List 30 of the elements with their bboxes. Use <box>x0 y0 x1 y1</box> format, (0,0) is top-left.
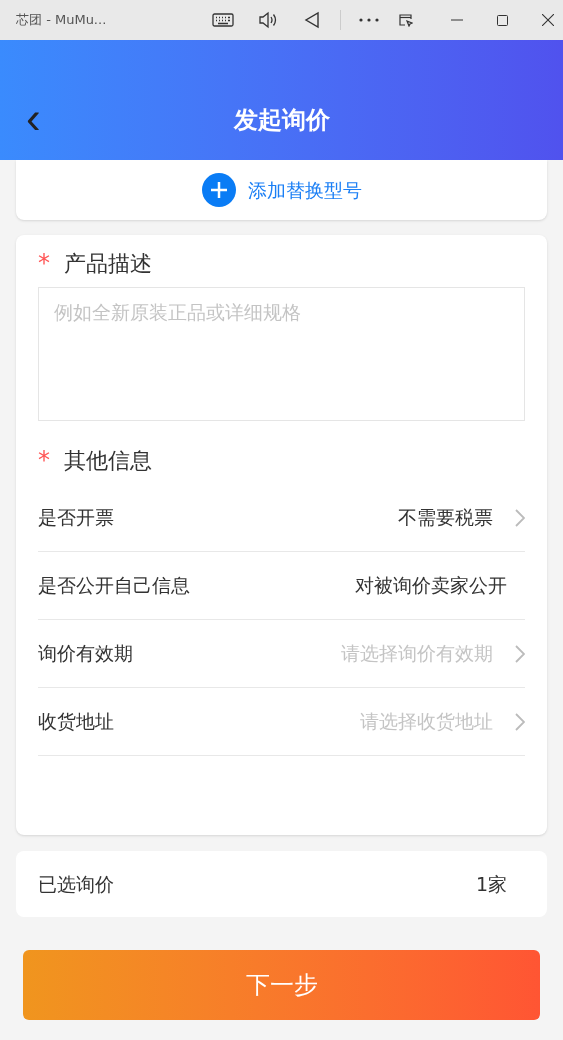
page-title: 发起询价 <box>233 105 330 136</box>
row-value: 对被询价卖家公开 <box>355 573 507 599</box>
screen-pointer-icon[interactable] <box>399 13 413 27</box>
window-title: 芯团 - MuMu... <box>16 11 108 30</box>
selected-count: 1家 <box>475 871 507 897</box>
speaker-icon[interactable] <box>258 11 278 29</box>
more-icon[interactable] <box>359 18 379 22</box>
plus-icon <box>201 173 236 207</box>
keyboard-icon[interactable] <box>212 13 234 27</box>
required-mark: * <box>38 251 51 275</box>
back-button[interactable]: ‹ <box>26 98 41 138</box>
add-model-button[interactable]: 添加替换型号 <box>201 173 362 207</box>
section-label: 其他信息 <box>64 446 152 475</box>
back-triangle-icon[interactable] <box>304 11 320 29</box>
row-value: 不需要税票 <box>398 505 493 531</box>
row-label: 是否开票 <box>38 505 114 531</box>
row-placeholder: 请选择收货地址 <box>360 709 493 735</box>
selected-label: 已选询价 <box>38 871 114 897</box>
form-row[interactable]: 收货地址 请选择收货地址 <box>38 688 525 756</box>
description-field[interactable]: 例如全新原装正品或详细规格 <box>38 287 525 421</box>
row-placeholder: 请选择询价有效期 <box>341 641 493 667</box>
row-label: 收货地址 <box>38 709 114 735</box>
row-label: 询价有效期 <box>38 641 133 667</box>
form-row[interactable]: 是否开票 不需要税票 <box>38 484 525 552</box>
section-label: 产品描述 <box>64 249 152 278</box>
required-mark: * <box>38 448 51 472</box>
close-icon[interactable] <box>542 14 554 26</box>
maximize-icon[interactable] <box>497 14 508 26</box>
row-label: 是否公开自己信息 <box>38 573 190 599</box>
form-row[interactable]: 询价有效期 请选择询价有效期 <box>38 620 525 688</box>
